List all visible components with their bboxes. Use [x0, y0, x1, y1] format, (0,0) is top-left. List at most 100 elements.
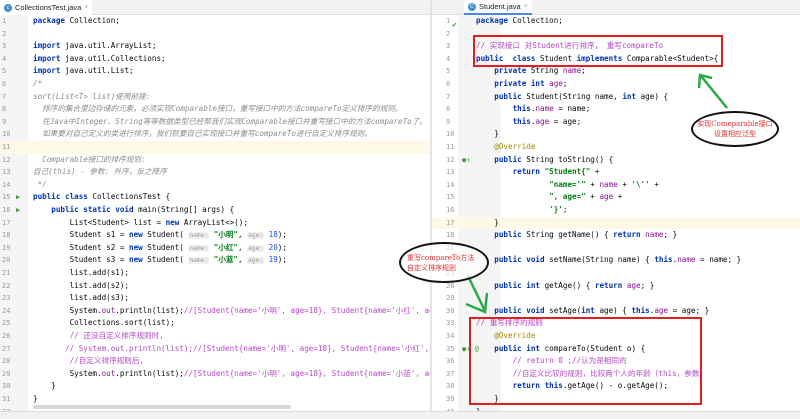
code-token: ; [562, 205, 568, 214]
tab-student[interactable]: C Student.java × [464, 0, 532, 15]
code-line[interactable]: 5 import java.util.List; [0, 65, 430, 78]
code-line[interactable]: 7 public Student(String name, int age) { [432, 91, 800, 104]
code-line[interactable]: 30 } [0, 380, 430, 393]
code-token: public class [33, 192, 88, 202]
code-line[interactable]: 18 public String getName() { return name… [432, 229, 800, 242]
code-token: public [476, 91, 522, 101]
line-number: 3 [446, 42, 451, 51]
run-icon[interactable]: ▶ [16, 191, 20, 204]
tab-collectionstest[interactable]: c CollectionsTest.java × [0, 0, 93, 15]
code-line[interactable]: 18 Student s1 = new Student( name: "小明",… [0, 229, 430, 242]
code-line[interactable]: 10 如果要对自己定义的类进行排序，我们就要自己实现接口并重写compareTo… [0, 128, 430, 141]
code-text: System.out.println(list);//[Student{name… [33, 368, 430, 381]
code-line[interactable]: 15 ▶ public class CollectionsTest { [0, 191, 430, 204]
code-line[interactable]: 1 package Collection; [432, 15, 800, 28]
line-number: 13 [2, 168, 11, 177]
code-token: Student s3 = [33, 255, 130, 265]
close-icon[interactable]: × [524, 3, 528, 10]
code-line[interactable]: 11 [0, 141, 430, 154]
code-token: "小明" [209, 230, 238, 240]
code-line[interactable]: 1 package Collection; [0, 15, 430, 28]
code-line[interactable]: 21 [432, 242, 800, 255]
line-number: 28 [2, 357, 11, 366]
code-token: //[Student{name='小明', age=18}, Student{n… [183, 368, 430, 378]
code-line[interactable]: 6 /* [0, 78, 430, 91]
code-line[interactable]: 16 '}'; [432, 204, 800, 217]
code-token: java.util.ArrayList; [60, 41, 157, 51]
code-text: list.add(s3); [33, 292, 129, 305]
code-line[interactable]: 28 //自定义排序规则后, [0, 355, 430, 368]
code-token: = name; } [695, 255, 742, 265]
editor-collectionstest[interactable]: c CollectionsTest.java × 1 package Collec… [0, 0, 430, 411]
code-line[interactable]: 26 // 还没自定义排序规则时, [0, 330, 430, 343]
code-line[interactable]: 30 public void setAge(int age) { this.ag… [432, 305, 800, 318]
code-line[interactable]: 27 // System.out.println(list);//[Studen… [0, 343, 430, 356]
code-token: = name; [553, 104, 591, 114]
code-line[interactable]: 7 sort(List<T> list)使用前提: [0, 91, 430, 104]
line-number: 34 [446, 332, 455, 340]
code-token: main(String[] args) { [133, 205, 235, 214]
code-text: '}'; [476, 204, 567, 217]
code-token: .println(list); [115, 305, 184, 315]
line-number: 29 [2, 369, 11, 378]
code-token: getAge() { [540, 280, 595, 290]
code-line[interactable]: 20 Student s3 = new Student( name: "小蓝",… [0, 254, 430, 267]
code-line[interactable]: 12 Comparable接口的排序规则: [0, 154, 430, 167]
code-token: + [617, 179, 632, 189]
code-line[interactable]: 19 Student s2 = new Student( name: "小红",… [0, 242, 430, 255]
code-line[interactable]: 17 } [432, 216, 800, 230]
code-line[interactable]: 3 import java.util.ArrayList; [0, 40, 430, 53]
code-line[interactable]: 17 List<Student> list = new ArrayList<>(… [0, 217, 430, 230]
horizontal-scrollbar[interactable] [33, 405, 291, 409]
run-icon[interactable]: ▶ [16, 204, 20, 217]
code-line[interactable]: 13 return "Student{" + [432, 166, 800, 179]
line-number: 17 [446, 218, 455, 227]
code-token: this [476, 104, 531, 114]
code-line[interactable]: 26 public int getAge() { return age; } [432, 280, 800, 293]
code-line[interactable]: 14 "name='" + name + '\'' + [432, 179, 800, 192]
code-line[interactable]: 25 [432, 267, 800, 280]
code-line[interactable]: 8 排序的集合里边存储的元素，必须实现Comparable接口，重写接口中的方法… [0, 103, 430, 116]
code-token: 20 [264, 242, 278, 252]
code-token: import [33, 41, 61, 51]
code-token: ); [277, 242, 287, 252]
code-line[interactable]: 5 private String name; [432, 65, 800, 78]
code-line[interactable]: 6 private int age; [432, 78, 800, 91]
close-icon[interactable]: × [84, 4, 88, 11]
code-line[interactable]: 21 list.add(s1); [0, 267, 430, 280]
code-token: Collection; [508, 16, 563, 25]
line-number: 21 [2, 269, 11, 277]
code-line[interactable]: 14 */ [0, 179, 430, 192]
code-line[interactable]: 24 System.out.println(list);//[Student{n… [0, 305, 430, 318]
code-token: name [645, 230, 664, 240]
code-line[interactable]: 29 [432, 292, 800, 305]
code-text: list.add(s2); [33, 280, 129, 293]
code-line[interactable]: 31} [0, 393, 430, 406]
code-token: .println(list); [115, 368, 184, 378]
code-token: // 还没自定义排序规则时, [33, 331, 164, 340]
code-line[interactable]: 16 ▶ public static void main(String[] arg… [0, 204, 430, 217]
code-line[interactable]: 12 ●↑ public String toString() { [432, 154, 800, 167]
code-line[interactable]: 29 System.out.println(list);//[Student{n… [0, 368, 430, 381]
code-line[interactable]: 4 import java.util.Collections; [0, 53, 430, 66]
code-line[interactable]: 25 Collections.sort(list); [0, 317, 430, 330]
code-token: age) { [594, 305, 632, 315]
code-token: age [535, 116, 550, 126]
line-number: 23 [2, 294, 11, 303]
code-line[interactable]: 13 自己(this) - 参数: 升序，反之降序 [0, 166, 430, 179]
line-number: 27 [2, 344, 11, 353]
code-line[interactable]: 15 ", age=" + age + [432, 191, 800, 204]
code-line[interactable]: 9 在Java中Integer、String等等数据类型已经帮我们实现Compa… [0, 116, 430, 129]
line-number: 5 [2, 67, 7, 76]
code-token: ; [562, 79, 568, 88]
code-token: age [599, 192, 614, 202]
line-number: 4 [446, 54, 451, 63]
override-marker-icon[interactable]: ●↑ [462, 154, 470, 167]
code-line[interactable]: 23 list.add(s3); [0, 292, 430, 305]
parameter-hint: name: [188, 257, 210, 265]
code-token: 18 [264, 230, 278, 240]
parameter-hint: age: [247, 232, 265, 240]
code-line[interactable]: 2 [0, 28, 430, 41]
highlight-box-class-declaration [473, 35, 723, 67]
code-line[interactable]: 22 list.add(s2); [0, 280, 430, 293]
